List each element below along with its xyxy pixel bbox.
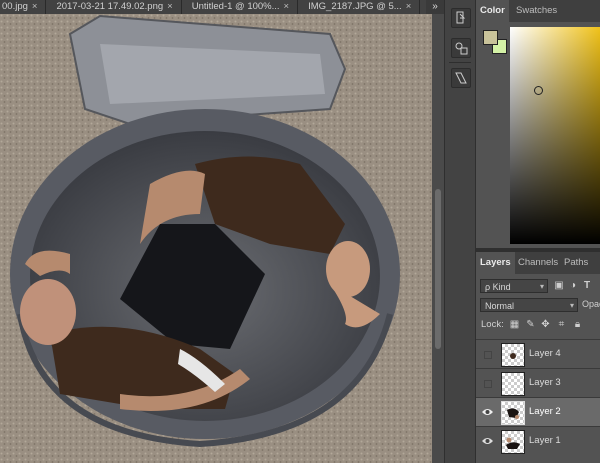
layer-row[interactable]: Layer 2 [476, 397, 600, 426]
foreground-color-swatch[interactable] [483, 30, 498, 45]
layer-row[interactable]: Layer 1 [476, 426, 600, 455]
strip-divider [449, 62, 471, 63]
lock-move-icon[interactable]: ✥ [540, 318, 551, 332]
close-icon[interactable]: × [284, 1, 290, 12]
tab-paths[interactable]: Paths [560, 252, 592, 274]
tab-channels[interactable]: Channels [514, 252, 562, 274]
canvas-image [0, 14, 432, 463]
tab-color[interactable]: Color [476, 0, 509, 22]
layer-row[interactable]: Layer 3 [476, 368, 600, 397]
document-tab-bar: 00.jpg × 2017-03-21 17.49.02.png × Untitled-… [0, 0, 444, 14]
filter-kind-value: Kind [492, 282, 511, 292]
layers-panel: Layers Channels Paths ρ Kind ▾ ▣ ◑ T Nor… [476, 252, 600, 463]
layer-thumbnail [501, 372, 525, 396]
type-filter-icon[interactable]: T [581, 279, 593, 293]
blend-mode-value: Normal [485, 301, 515, 311]
doc-tab[interactable]: 00.jpg × [0, 0, 47, 14]
color-panel: Color Swatches [476, 0, 600, 248]
layer-name[interactable]: Layer 1 [529, 435, 561, 446]
doc-tab-label: 00.jpg [2, 1, 28, 12]
layer-row[interactable]: Layer 4 [476, 339, 600, 368]
doc-tab[interactable]: 2017-03-21 17.49.02.png × [46, 0, 182, 14]
opacity-label: Opac [582, 299, 600, 309]
doc-tab[interactable]: Untitled-1 @ 100%... × [181, 0, 299, 14]
canvas-scrollbar[interactable] [432, 14, 444, 463]
doc-tab[interactable]: IMG_2187.JPG @ 5... × [298, 0, 421, 14]
properties-icon[interactable] [451, 38, 471, 58]
layer-name[interactable]: Layer 3 [529, 377, 561, 388]
adjustment-filter-icon[interactable]: ◑ [567, 279, 579, 293]
lock-artboard-icon[interactable]: ⌗ [556, 318, 567, 332]
lock-transparent-icon[interactable]: ▦ [509, 318, 520, 332]
layer-thumbnail [501, 430, 525, 454]
doc-tab-label: IMG_2187.JPG @ 5... [308, 1, 402, 12]
close-icon[interactable]: × [406, 1, 412, 12]
visibility-toggle[interactable] [484, 380, 492, 388]
libraries-icon[interactable] [451, 68, 471, 88]
lock-label: Lock: [481, 319, 504, 330]
scrollbar-thumb[interactable] [435, 189, 441, 349]
layer-name[interactable]: Layer 4 [529, 348, 561, 359]
lock-all-icon[interactable]: 🔒︎ [572, 318, 583, 332]
doc-tab-label: Untitled-1 @ 100%... [191, 1, 280, 12]
chevron-down-icon: ▾ [539, 282, 544, 291]
panel-icon-strip [444, 0, 476, 463]
visibility-toggle[interactable] [484, 351, 492, 359]
blend-row: Normal ▾ Opac [480, 298, 600, 314]
close-icon[interactable]: × [32, 1, 38, 12]
search-icon: ρ [485, 282, 491, 292]
filter-kind-select[interactable]: ρ Kind ▾ [480, 279, 548, 293]
eye-icon[interactable] [481, 406, 494, 418]
chevron-down-icon: ▾ [569, 301, 574, 310]
layer-thumbnail [501, 401, 525, 425]
tab-overflow-button[interactable]: » [426, 0, 444, 14]
eye-icon[interactable] [481, 435, 494, 447]
right-panels: Color Swatches Layers Channels Paths ρ K… [476, 0, 600, 463]
pixel-filter-icon[interactable]: ▣ [553, 279, 565, 293]
color-picker-cursor[interactable] [534, 86, 543, 95]
tab-swatches[interactable]: Swatches [512, 0, 561, 22]
history-icon[interactable] [451, 8, 471, 28]
blend-mode-select[interactable]: Normal ▾ [480, 298, 578, 312]
color-picker-field[interactable] [510, 27, 600, 244]
layers-panel-tabs: Layers Channels Paths [476, 252, 600, 274]
layer-filter-row: ρ Kind ▾ ▣ ◑ T [480, 279, 600, 295]
doc-tab-label: 2017-03-21 17.49.02.png [56, 1, 164, 12]
close-icon[interactable]: × [167, 1, 173, 12]
layer-name[interactable]: Layer 2 [529, 406, 561, 417]
tab-layers[interactable]: Layers [476, 252, 515, 274]
color-panel-tabs: Color Swatches [476, 0, 600, 22]
lock-brush-icon[interactable]: ✎ [525, 318, 536, 332]
layer-thumbnail [501, 343, 525, 367]
lock-row: Lock: ▦ ✎ ✥ ⌗ 🔒︎ [480, 318, 600, 334]
document-canvas[interactable] [0, 14, 432, 463]
